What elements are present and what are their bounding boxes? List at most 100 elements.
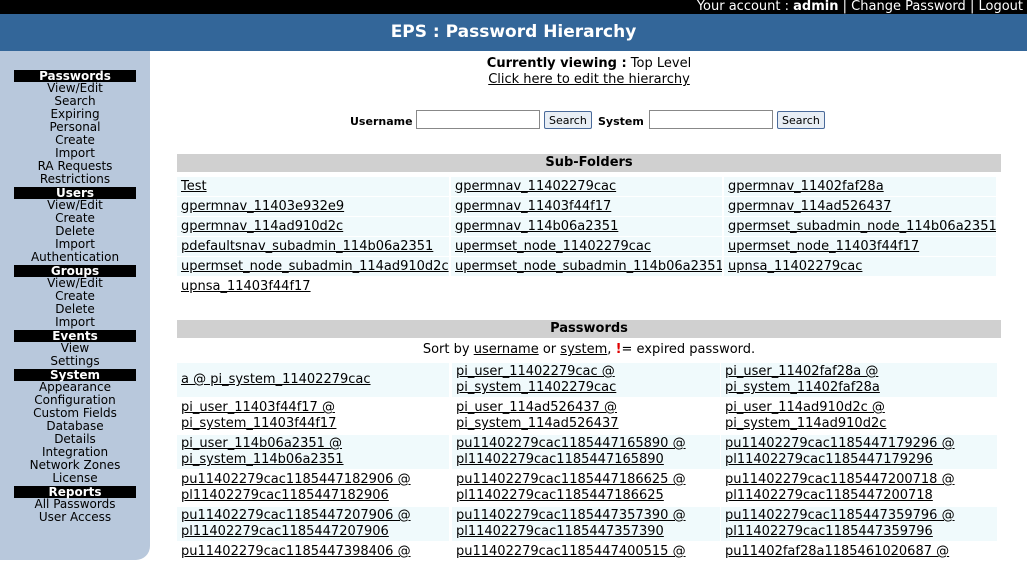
subfolder-cell: gpermnav_114ad526437 <box>724 197 996 216</box>
subfolder-cell: gpermset_subadmin_node_114b06a2351 <box>724 217 996 236</box>
password-link[interactable]: pu11402279cac1185447398406 @ <box>181 544 449 560</box>
edit-hierarchy-link[interactable]: Click here to edit the hierarchy <box>177 72 1001 88</box>
password-link[interactable]: pi_user_11402279cac @ <box>456 364 720 380</box>
nav-users-authentication[interactable]: Authentication <box>14 251 136 264</box>
subfolder-link[interactable]: gpermnav_11402279cac <box>455 179 616 194</box>
subfolder-link[interactable]: pdefaultsnav_subadmin_114b06a2351 <box>181 239 433 254</box>
separator: | <box>842 0 848 14</box>
nav-groups-import[interactable]: Import <box>14 316 136 329</box>
system-search-button[interactable]: Search <box>777 111 825 129</box>
password-link[interactable]: pl11402279cac1185447186625 <box>456 488 720 504</box>
password-link[interactable]: pu11402279cac1185447200718 @ <box>725 472 997 488</box>
password-entry: pu11402279cac1185447398406 @ <box>177 543 449 577</box>
password-link[interactable]: pu11402279cac1185447165890 @ <box>456 436 720 452</box>
password-entry: pu11402faf28a1185461020687 @ <box>721 543 997 577</box>
password-link[interactable]: pi_system_11402faf28a <box>725 380 997 396</box>
subfolder-cell: gpermnav_11402279cac <box>451 177 722 196</box>
subfolder-cell: upnsa_11402279cac <box>724 257 996 276</box>
password-entry: pi_user_11402279cac @ pi_system_11402279c… <box>452 363 720 397</box>
password-link[interactable]: pi_user_11402faf28a @ <box>725 364 997 380</box>
subfolder-link[interactable]: upermset_node_subadmin_114b06a2351 <box>455 259 722 274</box>
search-form: Username Search System Search <box>177 110 1001 132</box>
subfolder-cell <box>451 277 722 296</box>
password-link[interactable]: pi_system_114ad910d2c <box>725 416 997 432</box>
subfolder-link[interactable]: gpermset_subadmin_node_114b06a2351 <box>728 219 996 234</box>
username-search-input[interactable] <box>416 110 540 129</box>
subfolder-row: Test gpermnav_11402279cac gpermnav_11402fa… <box>177 177 1001 197</box>
viewing-label: Currently viewing : <box>486 56 627 71</box>
subfolder-row: gpermnav_114ad910d2c gpermnav_114b06a2351… <box>177 217 1001 237</box>
page-title: EPS : Password Hierarchy <box>0 14 1027 51</box>
subfolder-link[interactable]: gpermnav_114b06a2351 <box>455 219 618 234</box>
password-link[interactable]: a @ pi_system_11402279cac <box>181 372 449 388</box>
password-entry: pi_user_11403f44f17 @ pi_system_11403f44f… <box>177 399 449 433</box>
password-link[interactable]: pi_system_114b06a2351 <box>181 452 449 468</box>
subfolder-cell: pdefaultsnav_subadmin_114b06a2351 <box>177 237 449 256</box>
password-link[interactable]: pu11402faf28a1185461020687 @ <box>725 544 997 560</box>
password-link[interactable]: pi_system_11402279cac <box>456 380 720 396</box>
nav-reports-user-access[interactable]: User Access <box>14 511 136 524</box>
subfolder-link[interactable]: upermset_node_subadmin_114ad910d2c <box>181 259 449 274</box>
password-link[interactable]: pl11402279cac1185447359796 <box>725 524 997 540</box>
subfolder-cell: gpermnav_11402faf28a <box>724 177 996 196</box>
subfolder-cell: upermset_node_subadmin_114ad910d2c <box>177 257 449 276</box>
password-link[interactable]: pu11402279cac1185447400515 @ <box>456 544 720 560</box>
password-link[interactable]: pl11402279cac1185447179296 <box>725 452 997 468</box>
password-link[interactable]: pi_user_11403f44f17 @ <box>181 400 449 416</box>
password-entry: pu11402279cac1185447357390 @ pl11402279ca… <box>452 507 720 541</box>
system-label: System <box>598 115 644 128</box>
subfolder-cell: gpermnav_11403e932e9 <box>177 197 449 216</box>
password-entry: pu11402279cac1185447400515 @ <box>452 543 720 577</box>
password-link[interactable]: pu11402279cac1185447357390 @ <box>456 508 720 524</box>
subfolder-link[interactable]: Test <box>181 179 207 194</box>
username-search-button[interactable]: Search <box>544 111 592 129</box>
subfolder-cell: upermset_node_11402279cac <box>451 237 722 256</box>
password-link[interactable]: pl11402279cac1185447207906 <box>181 524 449 540</box>
subfolder-link[interactable]: gpermnav_11403e932e9 <box>181 199 344 214</box>
logout-link[interactable]: Logout <box>978 0 1023 14</box>
subfolder-link[interactable]: gpermnav_114ad526437 <box>728 199 891 214</box>
nav-system-license[interactable]: License <box>14 472 136 485</box>
password-link[interactable]: pi_user_114b06a2351 @ <box>181 436 449 452</box>
password-row: pu11402279cac1185447207906 @ pl11402279ca… <box>177 507 1001 543</box>
subfolder-link[interactable]: upermset_node_11403f44f17 <box>728 239 919 254</box>
nav-passwords-restrictions[interactable]: Restrictions <box>14 173 136 186</box>
password-link[interactable]: pu11402279cac1185447182906 @ <box>181 472 449 488</box>
account-bar: Your account : admin | Change Password |… <box>0 0 1027 14</box>
password-link[interactable]: pu11402279cac1185447359796 @ <box>725 508 997 524</box>
password-entry: pu11402279cac1185447200718 @ pl11402279ca… <box>721 471 997 505</box>
password-link[interactable]: pu11402279cac1185447186625 @ <box>456 472 720 488</box>
subfolder-link[interactable]: upnsa_11403f44f17 <box>181 279 311 294</box>
subfolder-link[interactable]: gpermnav_114ad910d2c <box>181 219 343 234</box>
expired-legend: = expired password. <box>621 342 756 357</box>
password-link[interactable]: pu11402279cac1185447207906 @ <box>181 508 449 524</box>
sort-or: or <box>542 342 557 357</box>
change-password-link[interactable]: Change Password <box>851 0 966 14</box>
password-row: pi_user_114b06a2351 @ pi_system_114b06a23… <box>177 435 1001 471</box>
subfolder-link[interactable]: gpermnav_11402faf28a <box>728 179 884 194</box>
password-entry: pu11402279cac1185447179296 @ pl11402279ca… <box>721 435 997 469</box>
password-entry: pu11402279cac1185447207906 @ pl11402279ca… <box>177 507 449 541</box>
password-link[interactable]: pl11402279cac1185447200718 <box>725 488 997 504</box>
password-entry: pu11402279cac1185447186625 @ pl11402279ca… <box>452 471 720 505</box>
password-link[interactable]: pl11402279cac1185447165890 <box>456 452 720 468</box>
sort-by-username-link[interactable]: username <box>474 342 539 357</box>
subfolder-link[interactable]: upnsa_11402279cac <box>728 259 862 274</box>
subfolders-heading: Sub-Folders <box>177 154 1001 172</box>
password-entry: pi_user_114ad526437 @ pi_system_114ad5264… <box>452 399 720 433</box>
subfolder-row: upnsa_11403f44f17 <box>177 277 1001 297</box>
sort-by-system-link[interactable]: system <box>560 342 607 357</box>
subfolder-link[interactable]: upermset_node_11402279cac <box>455 239 651 254</box>
subfolder-link[interactable]: gpermnav_11403f44f17 <box>455 199 611 214</box>
password-link[interactable]: pi_system_11403f44f17 <box>181 416 449 432</box>
password-link[interactable]: pi_system_114ad526437 <box>456 416 720 432</box>
password-row: a @ pi_system_11402279cac pi_user_1140227… <box>177 363 1001 399</box>
password-link[interactable]: pu11402279cac1185447179296 @ <box>725 436 997 452</box>
nav-events-settings[interactable]: Settings <box>14 355 136 368</box>
password-link[interactable]: pl11402279cac1185447357390 <box>456 524 720 540</box>
password-link[interactable]: pl11402279cac1185447182906 <box>181 488 449 504</box>
password-link[interactable]: pi_user_114ad910d2c @ <box>725 400 997 416</box>
system-search-input[interactable] <box>649 110 773 129</box>
password-link[interactable]: pi_user_114ad526437 @ <box>456 400 720 416</box>
passwords-grid: a @ pi_system_11402279cac pi_user_1140227… <box>177 363 1001 579</box>
